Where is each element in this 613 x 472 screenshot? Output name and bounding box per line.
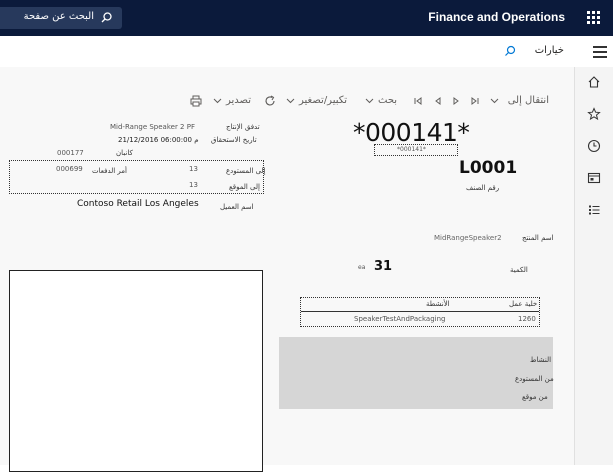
home-icon[interactable]: [587, 75, 601, 89]
top-navigation-bar: البحث عن صفحة Finance and Operations: [0, 0, 613, 36]
barcode-large: *000141*: [353, 118, 470, 147]
batches-label: أمر الدفعات: [92, 167, 127, 175]
due-date-value: 21/12/2016 06:00:00 م: [118, 136, 199, 144]
customer-label: اسم العميل: [220, 203, 254, 211]
production-flow-value: Mid-Range Speaker 2 PF: [110, 123, 195, 131]
report-page: *000141* *000141* L0001 رقم الصنف اسم ال…: [0, 114, 574, 472]
search-icon: [101, 12, 112, 23]
chevron-down-icon: [286, 98, 295, 104]
barcode-small-box: *000141*: [374, 144, 458, 156]
app-launcher-icon[interactable]: [587, 11, 601, 25]
first-page-icon[interactable]: [413, 96, 423, 106]
production-flow-label: تدفق الإنتاج: [226, 123, 260, 131]
previous-page-icon[interactable]: [433, 96, 443, 106]
table-row-cell: 1260: [518, 315, 536, 323]
to-warehouse-label: إلى المستودع: [226, 167, 266, 175]
quantity-value: 31: [374, 259, 393, 274]
page-search-button[interactable]: البحث عن صفحة: [0, 7, 122, 29]
chevron-down-icon: [490, 98, 499, 104]
product-name-value: MidRangeSpeaker2: [434, 234, 502, 242]
activities-table: خلية عمل الأنشطة 1260 SpeakerTestAndPack…: [300, 297, 540, 327]
page-search-label: البحث عن صفحة: [23, 11, 94, 22]
app-title[interactable]: Finance and Operations: [428, 10, 565, 24]
notes-box: [9, 270, 263, 472]
activity-section: النشاط من المستودع من موقع: [279, 337, 554, 409]
kanban-value: 000177: [57, 149, 84, 157]
refresh-icon[interactable]: [264, 95, 276, 107]
warehouse-box: إلى المستودع 13 أمر الدفعات 000699 إلى ا…: [9, 160, 266, 194]
last-page-icon[interactable]: [470, 96, 480, 106]
barcode-small: *000141*: [397, 146, 426, 153]
report-viewer: انتقال إلى بحث تكبير/تصغير تصدير *000141…: [0, 67, 574, 472]
chevron-down-icon: [213, 98, 222, 104]
clock-icon[interactable]: [587, 139, 601, 153]
table-divider: [301, 311, 539, 312]
print-icon[interactable]: [190, 95, 202, 107]
star-icon[interactable]: [587, 107, 601, 121]
from-warehouse-label: من المستودع: [515, 375, 554, 383]
customer-value: Contoso Retail Los Angeles: [77, 199, 199, 209]
kanban-label: كانبان: [116, 149, 133, 157]
due-date-label: تاريخ الاستحقاق: [211, 136, 257, 144]
zoom-button[interactable]: تكبير/تصغير: [299, 95, 347, 106]
action-bar: خيارات: [0, 36, 613, 68]
search-icon[interactable]: [504, 45, 516, 57]
table-header-cell: خلية عمل: [509, 300, 538, 308]
options-tab[interactable]: خيارات: [535, 45, 564, 56]
chevron-down-icon: [365, 98, 374, 104]
batches-value: 000699: [56, 165, 83, 173]
navigation-pane: [574, 67, 613, 465]
next-page-icon[interactable]: [451, 96, 461, 106]
hamburger-menu-icon[interactable]: [593, 46, 607, 61]
navigate-to-button[interactable]: انتقال إلى: [508, 95, 549, 106]
from-location-label: من موقع: [522, 393, 548, 401]
export-button[interactable]: تصدير: [226, 95, 251, 106]
to-warehouse-value: 13: [189, 165, 198, 173]
to-location-label: إلى الموقع: [229, 183, 260, 191]
find-button[interactable]: بحث: [378, 95, 397, 106]
list-icon[interactable]: [587, 203, 601, 217]
to-location-value: 13: [189, 181, 198, 189]
quantity-label: الكمية: [510, 266, 528, 274]
item-number-label: رقم الصنف: [466, 184, 500, 192]
product-name-label: اسم المنتج: [522, 234, 554, 242]
table-row-activity: SpeakerTestAndPackaging: [354, 315, 446, 323]
quantity-unit: ea: [358, 264, 366, 271]
workspace-icon[interactable]: [587, 171, 601, 185]
table-header-activities: الأنشطة: [426, 300, 450, 308]
item-code: L0001: [459, 158, 518, 178]
activity-label: النشاط: [530, 356, 552, 364]
